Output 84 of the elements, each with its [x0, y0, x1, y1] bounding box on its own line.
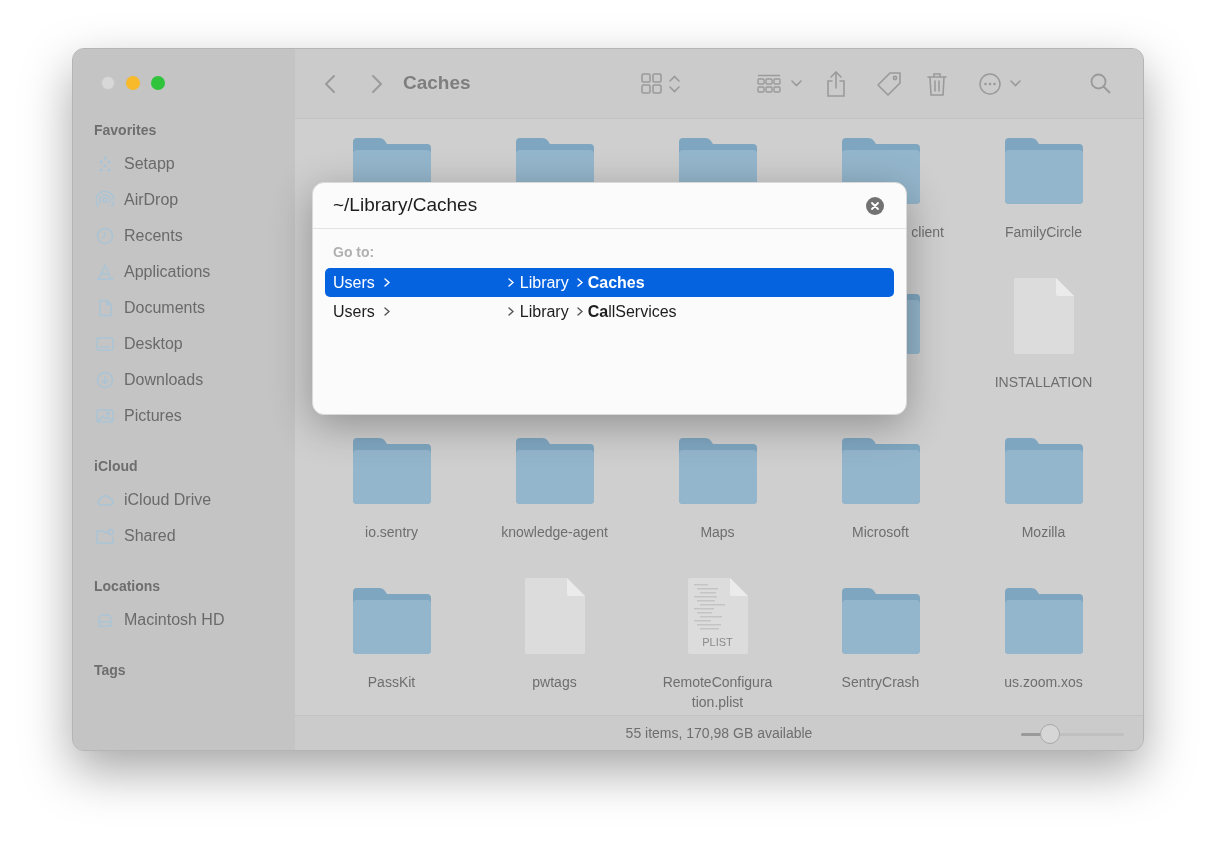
- sidebar-item[interactable]: Applications: [124, 260, 211, 284]
- sidebar-section-heading: Tags: [94, 661, 127, 680]
- file-name: FamilyCircle: [1004, 223, 1083, 242]
- slider-thumb[interactable]: [1039, 724, 1060, 744]
- folder-icon: [1004, 438, 1083, 504]
- folder-icon: [678, 438, 757, 504]
- file-name: RemoteConfiguration.plist: [661, 673, 774, 712]
- file-name: pwtags: [531, 673, 578, 692]
- file-name: Mozilla: [1020, 523, 1067, 542]
- chevron-icon: [576, 307, 583, 316]
- sidebar-item[interactable]: iCloud Drive: [124, 488, 212, 512]
- sidebar-item[interactable]: Pictures: [124, 404, 182, 428]
- sidebar-item[interactable]: Documents: [124, 296, 205, 320]
- chevron-icon: [383, 278, 390, 287]
- tag-icon[interactable]: [875, 70, 902, 97]
- search-icon[interactable]: [1089, 73, 1111, 94]
- go-to-result[interactable]: Users Library Caches: [325, 268, 894, 297]
- icon-view-icon[interactable]: [640, 73, 662, 94]
- status-text: 55 items, 170,98 GB available: [625, 723, 813, 743]
- sidebar-section-heading: Favorites: [94, 121, 158, 140]
- document-icon: [524, 578, 585, 654]
- shared-folder-icon: [96, 527, 114, 545]
- minimize-button[interactable]: [126, 76, 140, 90]
- group-icon[interactable]: [756, 73, 781, 94]
- file-name: knowledge-agent: [500, 523, 609, 542]
- chevron-down-icon[interactable]: [790, 80, 802, 87]
- window-title: Caches: [403, 71, 471, 96]
- chevron-icon: [507, 278, 514, 287]
- back-icon[interactable]: [324, 73, 336, 94]
- sidebar-item[interactable]: Macintosh HD: [124, 608, 225, 632]
- clock-icon: [96, 227, 114, 245]
- path-label: Library: [519, 301, 569, 322]
- chevron-icon: [383, 307, 390, 316]
- folder-name: Caches: [587, 272, 645, 293]
- up-down-chevron-icon[interactable]: [668, 74, 680, 93]
- sidebar-item[interactable]: Setapp: [124, 152, 175, 176]
- path-label: Users: [333, 301, 375, 322]
- file-name: SentryCrash: [840, 673, 921, 692]
- chevron-icon: [507, 307, 514, 316]
- sidebar-item[interactable]: Shared: [124, 524, 176, 548]
- chevron-down-icon[interactable]: [1009, 80, 1021, 87]
- folder-icon: [1004, 588, 1083, 654]
- plist-file-icon: [687, 578, 748, 654]
- path-input-field[interactable]: ~/Library/Caches: [333, 191, 866, 220]
- applications-icon: [96, 263, 114, 281]
- file-type-label: PLIST: [701, 634, 734, 650]
- folder-name: CallServices: [587, 301, 677, 322]
- download-icon: [96, 371, 114, 389]
- file-name: Maps: [699, 523, 736, 542]
- desktop-icon: [96, 335, 114, 353]
- path-label: Users: [333, 272, 375, 293]
- go-to-heading: Go to:: [333, 243, 376, 262]
- file-name: Microsoft: [851, 523, 910, 542]
- folder-icon: [1004, 138, 1083, 204]
- zoom-button[interactable]: [151, 76, 165, 90]
- more-icon[interactable]: [978, 72, 1001, 95]
- file-name: us.zoom.xos: [1003, 673, 1084, 692]
- file-name: io.sentry: [364, 523, 419, 542]
- sidebar-item[interactable]: AirDrop: [124, 188, 179, 212]
- clear-icon[interactable]: [866, 196, 884, 215]
- zoom-slider[interactable]: [1021, 724, 1124, 744]
- sidebar-item[interactable]: Downloads: [124, 368, 204, 392]
- folder-icon: [515, 438, 594, 504]
- folder-icon: [352, 588, 431, 654]
- drive-icon: [96, 611, 114, 629]
- file-name: INSTALLATION: [993, 373, 1094, 392]
- pictures-icon: [96, 407, 114, 425]
- folder-icon: [841, 588, 920, 654]
- file-name: client: [911, 223, 944, 242]
- go-to-result[interactable]: Users Library CallServices: [325, 297, 894, 326]
- document-icon: [96, 299, 114, 317]
- forward-icon[interactable]: [371, 73, 383, 94]
- chevron-icon: [576, 278, 583, 287]
- trash-icon[interactable]: [926, 71, 947, 96]
- file-name: PassKit: [366, 673, 417, 692]
- share-icon[interactable]: [825, 70, 846, 97]
- document-icon: [1013, 278, 1074, 354]
- sidebar-section-heading: Locations: [94, 577, 162, 596]
- sidebar-section-heading: iCloud: [94, 457, 139, 476]
- sidebar-item[interactable]: Recents: [124, 224, 183, 248]
- folder-icon: [352, 438, 431, 504]
- sidebar-item[interactable]: Desktop: [124, 332, 183, 356]
- path-label: Library: [519, 272, 569, 293]
- folder-icon: [841, 438, 920, 504]
